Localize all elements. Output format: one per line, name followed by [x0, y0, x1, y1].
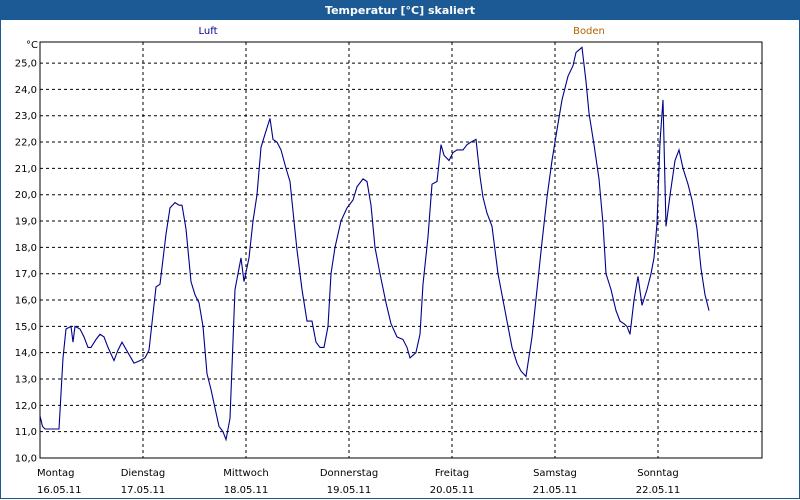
x-tick-date: 16.05.11 — [37, 485, 82, 496]
y-tick-labels: 11,0 12,0 13,0 14,0 15,0 16,0 17,0 18,0 19,0 20,0… — [15, 59, 37, 465]
y-tick-label: 14,0 — [15, 348, 37, 359]
x-tick-day: Donnerstag — [320, 468, 378, 479]
y-tick-label: 20,0 — [15, 190, 37, 201]
y-axis-unit-label: °C — [26, 40, 38, 51]
x-tick-date: 22.05.11 — [636, 485, 681, 496]
x-tick-day: Freitag — [435, 468, 469, 479]
x-tick-day: Sonntag — [637, 468, 679, 479]
x-tick-day: Samstag — [533, 468, 577, 479]
legend-luft: Luft — [199, 26, 218, 37]
y-tick-label: 13,0 — [15, 375, 37, 386]
y-tick-label: 22,0 — [15, 138, 37, 149]
x-tick-date: 21.05.11 — [533, 485, 578, 496]
temperature-chart: 11,0 12,0 13,0 14,0 15,0 16,0 17,0 18,0 19,0 20,0… — [15, 26, 763, 496]
y-tick-label: 19,0 — [15, 217, 37, 228]
x-tick-labels: Montag 16.05.11 Dienstag 17.05.11 Mittwoch 18… — [37, 468, 680, 496]
y-tick-label: 18,0 — [15, 243, 37, 254]
x-tick-day: Dienstag — [121, 468, 166, 479]
y-tick-label: 15,0 — [15, 322, 37, 333]
x-tick-date: 19.05.11 — [327, 485, 372, 496]
x-tick-day: Mittwoch — [223, 468, 268, 479]
y-tick-label: 17,0 — [15, 269, 37, 280]
x-tick-day: Montag — [37, 468, 74, 479]
y-tick-label: 12,0 — [15, 401, 37, 412]
series-line-luft — [39, 46, 710, 442]
y-tick-label: 16,0 — [15, 296, 37, 307]
vertical-gridlines — [142, 42, 659, 458]
y-tick-label: 21,0 — [15, 164, 37, 175]
x-tick-date: 18.05.11 — [224, 485, 269, 496]
horizontal-gridlines — [40, 62, 762, 433]
legend-boden: Boden — [573, 26, 605, 37]
x-tick-date: 20.05.11 — [430, 485, 475, 496]
y-tick-label: 23,0 — [15, 111, 37, 122]
x-tick-date: 17.05.11 — [121, 485, 166, 496]
y-tick-label: 24,0 — [15, 85, 37, 96]
y-tick-label: 11,0 — [15, 427, 37, 438]
plot-area-border — [39, 41, 763, 459]
y-tick-label-min: 10,0 — [15, 454, 37, 465]
y-tick-label: 25,0 — [15, 59, 37, 70]
